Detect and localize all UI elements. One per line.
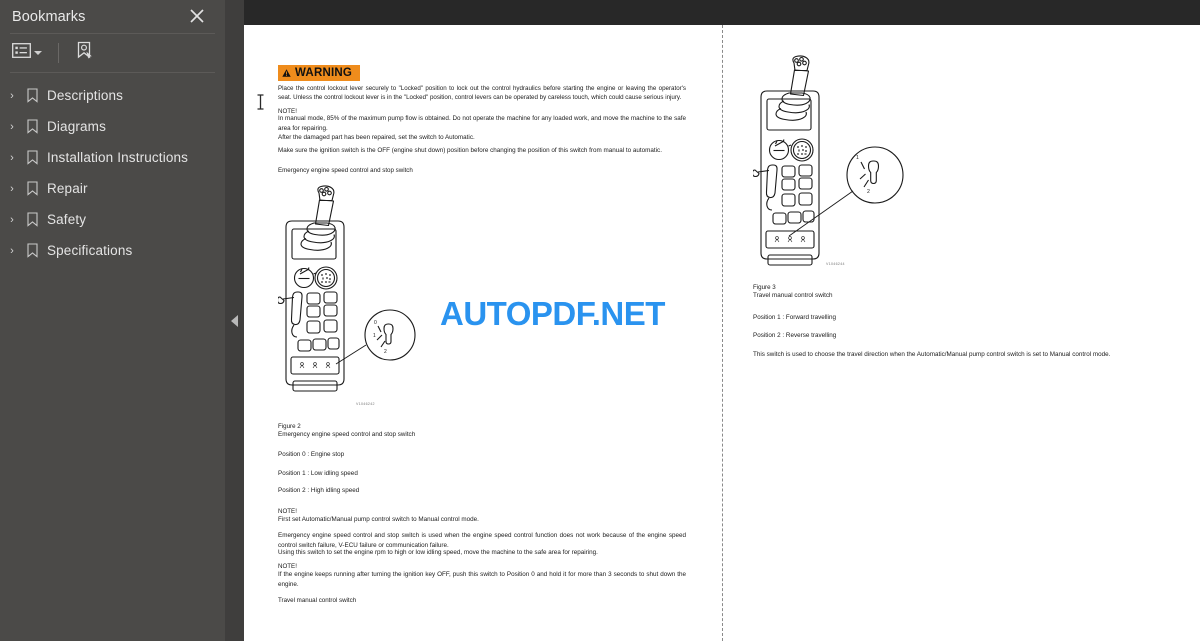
bookmark-icon bbox=[20, 119, 44, 134]
sidebar-collapse-handle[interactable] bbox=[225, 0, 244, 641]
sidebar-header: Bookmarks bbox=[0, 0, 225, 33]
paragraph-after-repair: After the damaged part has been repaired… bbox=[278, 134, 475, 141]
bookmark-icon bbox=[20, 212, 44, 227]
svg-text:2: 2 bbox=[867, 189, 870, 195]
svg-text:1: 1 bbox=[856, 155, 859, 161]
sidebar-item-label: Descriptions bbox=[47, 88, 124, 103]
warning-body: Place the control lockout lever securely… bbox=[278, 85, 686, 102]
paragraph-ignition-switch: Make sure the ignition switch is the OFF… bbox=[278, 147, 662, 154]
figure-3-illustration: 1 2 bbox=[751, 55, 938, 278]
sidebar-item-installation-instructions[interactable]: › Installation Instructions bbox=[0, 142, 225, 173]
position-label: Position 1 bbox=[278, 470, 306, 477]
bookmark-icon bbox=[20, 243, 44, 258]
bookmark-icon bbox=[20, 88, 44, 103]
warning-label: WARNING bbox=[295, 67, 352, 79]
close-icon[interactable] bbox=[187, 6, 207, 26]
sidebar-item-label: Diagrams bbox=[47, 119, 106, 134]
sidebar-item-label: Repair bbox=[47, 181, 88, 196]
heading-emergency-switch: Emergency engine speed control and stop … bbox=[278, 167, 413, 174]
position-label: Position 2 bbox=[278, 487, 306, 494]
paragraph-travel-direction: This switch is used to choose the travel… bbox=[753, 351, 1111, 358]
figure-2-code: V1046242 bbox=[356, 402, 375, 406]
chevron-right-icon[interactable]: › bbox=[4, 121, 20, 133]
chevron-down-icon bbox=[34, 51, 42, 55]
chevron-right-icon[interactable]: › bbox=[4, 90, 20, 102]
bookmark-icon bbox=[20, 181, 44, 196]
chevron-right-icon[interactable]: › bbox=[4, 214, 20, 226]
document-page-left: WARNING Place the control lockout lever … bbox=[244, 25, 722, 641]
sidebar-item-label: Specifications bbox=[47, 243, 133, 258]
sidebar-toolbar bbox=[0, 34, 225, 72]
sidebar-item-descriptions[interactable]: › Descriptions bbox=[0, 80, 225, 111]
heading-travel-switch: Travel manual control switch bbox=[278, 597, 357, 604]
position-row: Position 1 : Low idling speed bbox=[278, 470, 358, 477]
figure-3-code: V1046244 bbox=[826, 262, 845, 266]
sidebar-item-label: Safety bbox=[47, 212, 87, 227]
position-label: Position 0 bbox=[278, 451, 306, 458]
new-bookmark-icon bbox=[75, 41, 95, 66]
chevron-right-icon[interactable]: › bbox=[4, 152, 20, 164]
note-1-body: In manual mode, 85% of the maximum pump … bbox=[278, 115, 686, 132]
toolbar-separator bbox=[58, 43, 59, 63]
position-value: Low idling speed bbox=[310, 470, 358, 477]
bookmark-options-button[interactable] bbox=[8, 40, 46, 66]
position-label: Position 2 bbox=[753, 332, 781, 339]
collapse-left-arrow-icon bbox=[231, 314, 238, 327]
page-area[interactable]: WARNING Place the control lockout lever … bbox=[244, 25, 1200, 641]
paragraph-using-switch: Using this switch to set the engine rpm … bbox=[278, 549, 598, 556]
svg-text:0: 0 bbox=[374, 320, 377, 326]
figure-3-caption: Travel manual control switch bbox=[753, 292, 833, 299]
position-row: Position 2 : Reverse travelling bbox=[753, 332, 837, 339]
svg-text:1: 1 bbox=[373, 333, 376, 339]
bookmark-list: › Descriptions › Diagrams › Installation… bbox=[0, 73, 225, 266]
sidebar-item-repair[interactable]: › Repair bbox=[0, 173, 225, 204]
bookmark-icon bbox=[20, 150, 44, 165]
document-page-right: 1 2 V1046244 Figure 3 Travel manual cont… bbox=[723, 25, 1200, 641]
chevron-right-icon[interactable]: › bbox=[4, 183, 20, 195]
position-row: Position 2 : High idling speed bbox=[278, 487, 360, 494]
text-cursor-icon bbox=[256, 94, 265, 110]
position-value: High idling speed bbox=[310, 487, 360, 494]
position-value: Engine stop bbox=[310, 451, 345, 458]
position-value: Reverse travelling bbox=[785, 332, 837, 339]
note-2-body: First set Automatic/Manual pump control … bbox=[278, 516, 479, 523]
chevron-right-icon[interactable]: › bbox=[4, 245, 20, 257]
sidebar-title: Bookmarks bbox=[12, 8, 86, 25]
position-label: Position 1 bbox=[753, 314, 781, 321]
pdf-viewer-app: Bookmarks › Descriptions › Diagrams › In… bbox=[0, 0, 1200, 641]
sidebar-item-safety[interactable]: › Safety bbox=[0, 204, 225, 235]
bookmarks-sidebar: Bookmarks › Descriptions › Diagrams › In… bbox=[0, 0, 225, 641]
new-bookmark-button[interactable] bbox=[71, 38, 99, 69]
position-value: Forward travelling bbox=[785, 314, 836, 321]
viewer-topbar bbox=[244, 0, 1200, 25]
position-row: Position 0 : Engine stop bbox=[278, 451, 345, 458]
figure-2-caption: Emergency engine speed control and stop … bbox=[278, 431, 416, 438]
warning-triangle-icon bbox=[282, 69, 291, 77]
warning-banner: WARNING bbox=[278, 65, 360, 81]
watermark-autopdf: AUTOPDF.NET bbox=[440, 295, 665, 332]
position-row: Position 1 : Forward travelling bbox=[753, 314, 836, 321]
svg-text:2: 2 bbox=[384, 349, 387, 355]
figure-2-illustration: 0 1 2 bbox=[276, 185, 458, 402]
sidebar-item-diagrams[interactable]: › Diagrams bbox=[0, 111, 225, 142]
sidebar-item-specifications[interactable]: › Specifications bbox=[0, 235, 225, 266]
list-options-icon bbox=[12, 43, 31, 63]
pdf-viewer-pane: WARNING Place the control lockout lever … bbox=[244, 0, 1200, 641]
note-3-body: If the engine keeps running after turnin… bbox=[278, 571, 686, 588]
sidebar-item-label: Installation Instructions bbox=[47, 150, 189, 165]
